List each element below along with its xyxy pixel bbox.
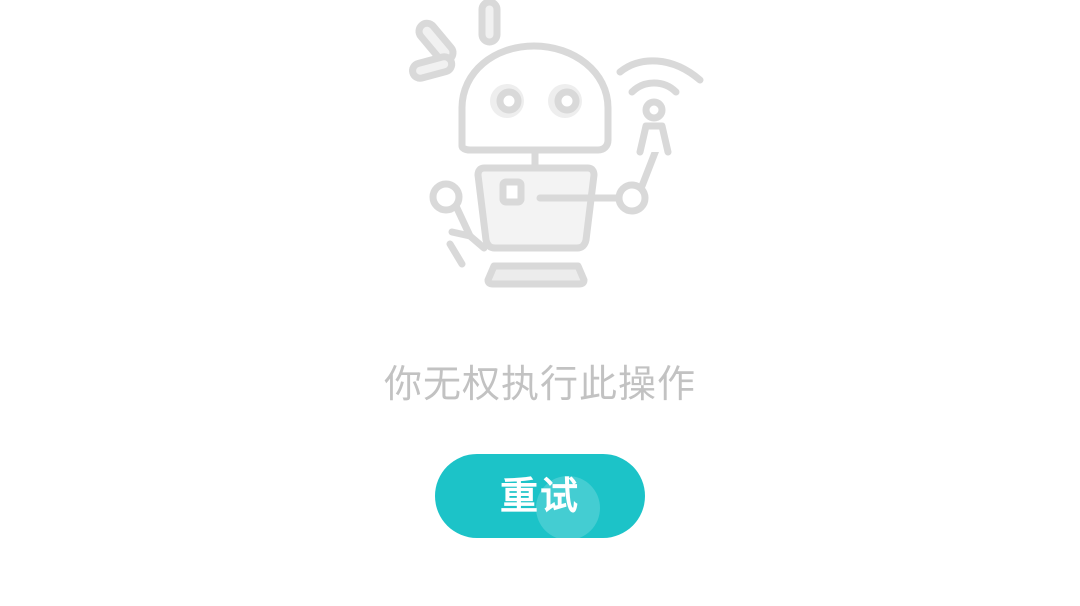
retry-button[interactable]: 重试	[435, 454, 645, 538]
robot-icon	[409, 0, 704, 288]
robot-illustration	[400, 0, 720, 300]
retry-button-label: 重试	[499, 474, 580, 518]
permission-denied-message: 你无权执行此操作	[383, 362, 696, 406]
